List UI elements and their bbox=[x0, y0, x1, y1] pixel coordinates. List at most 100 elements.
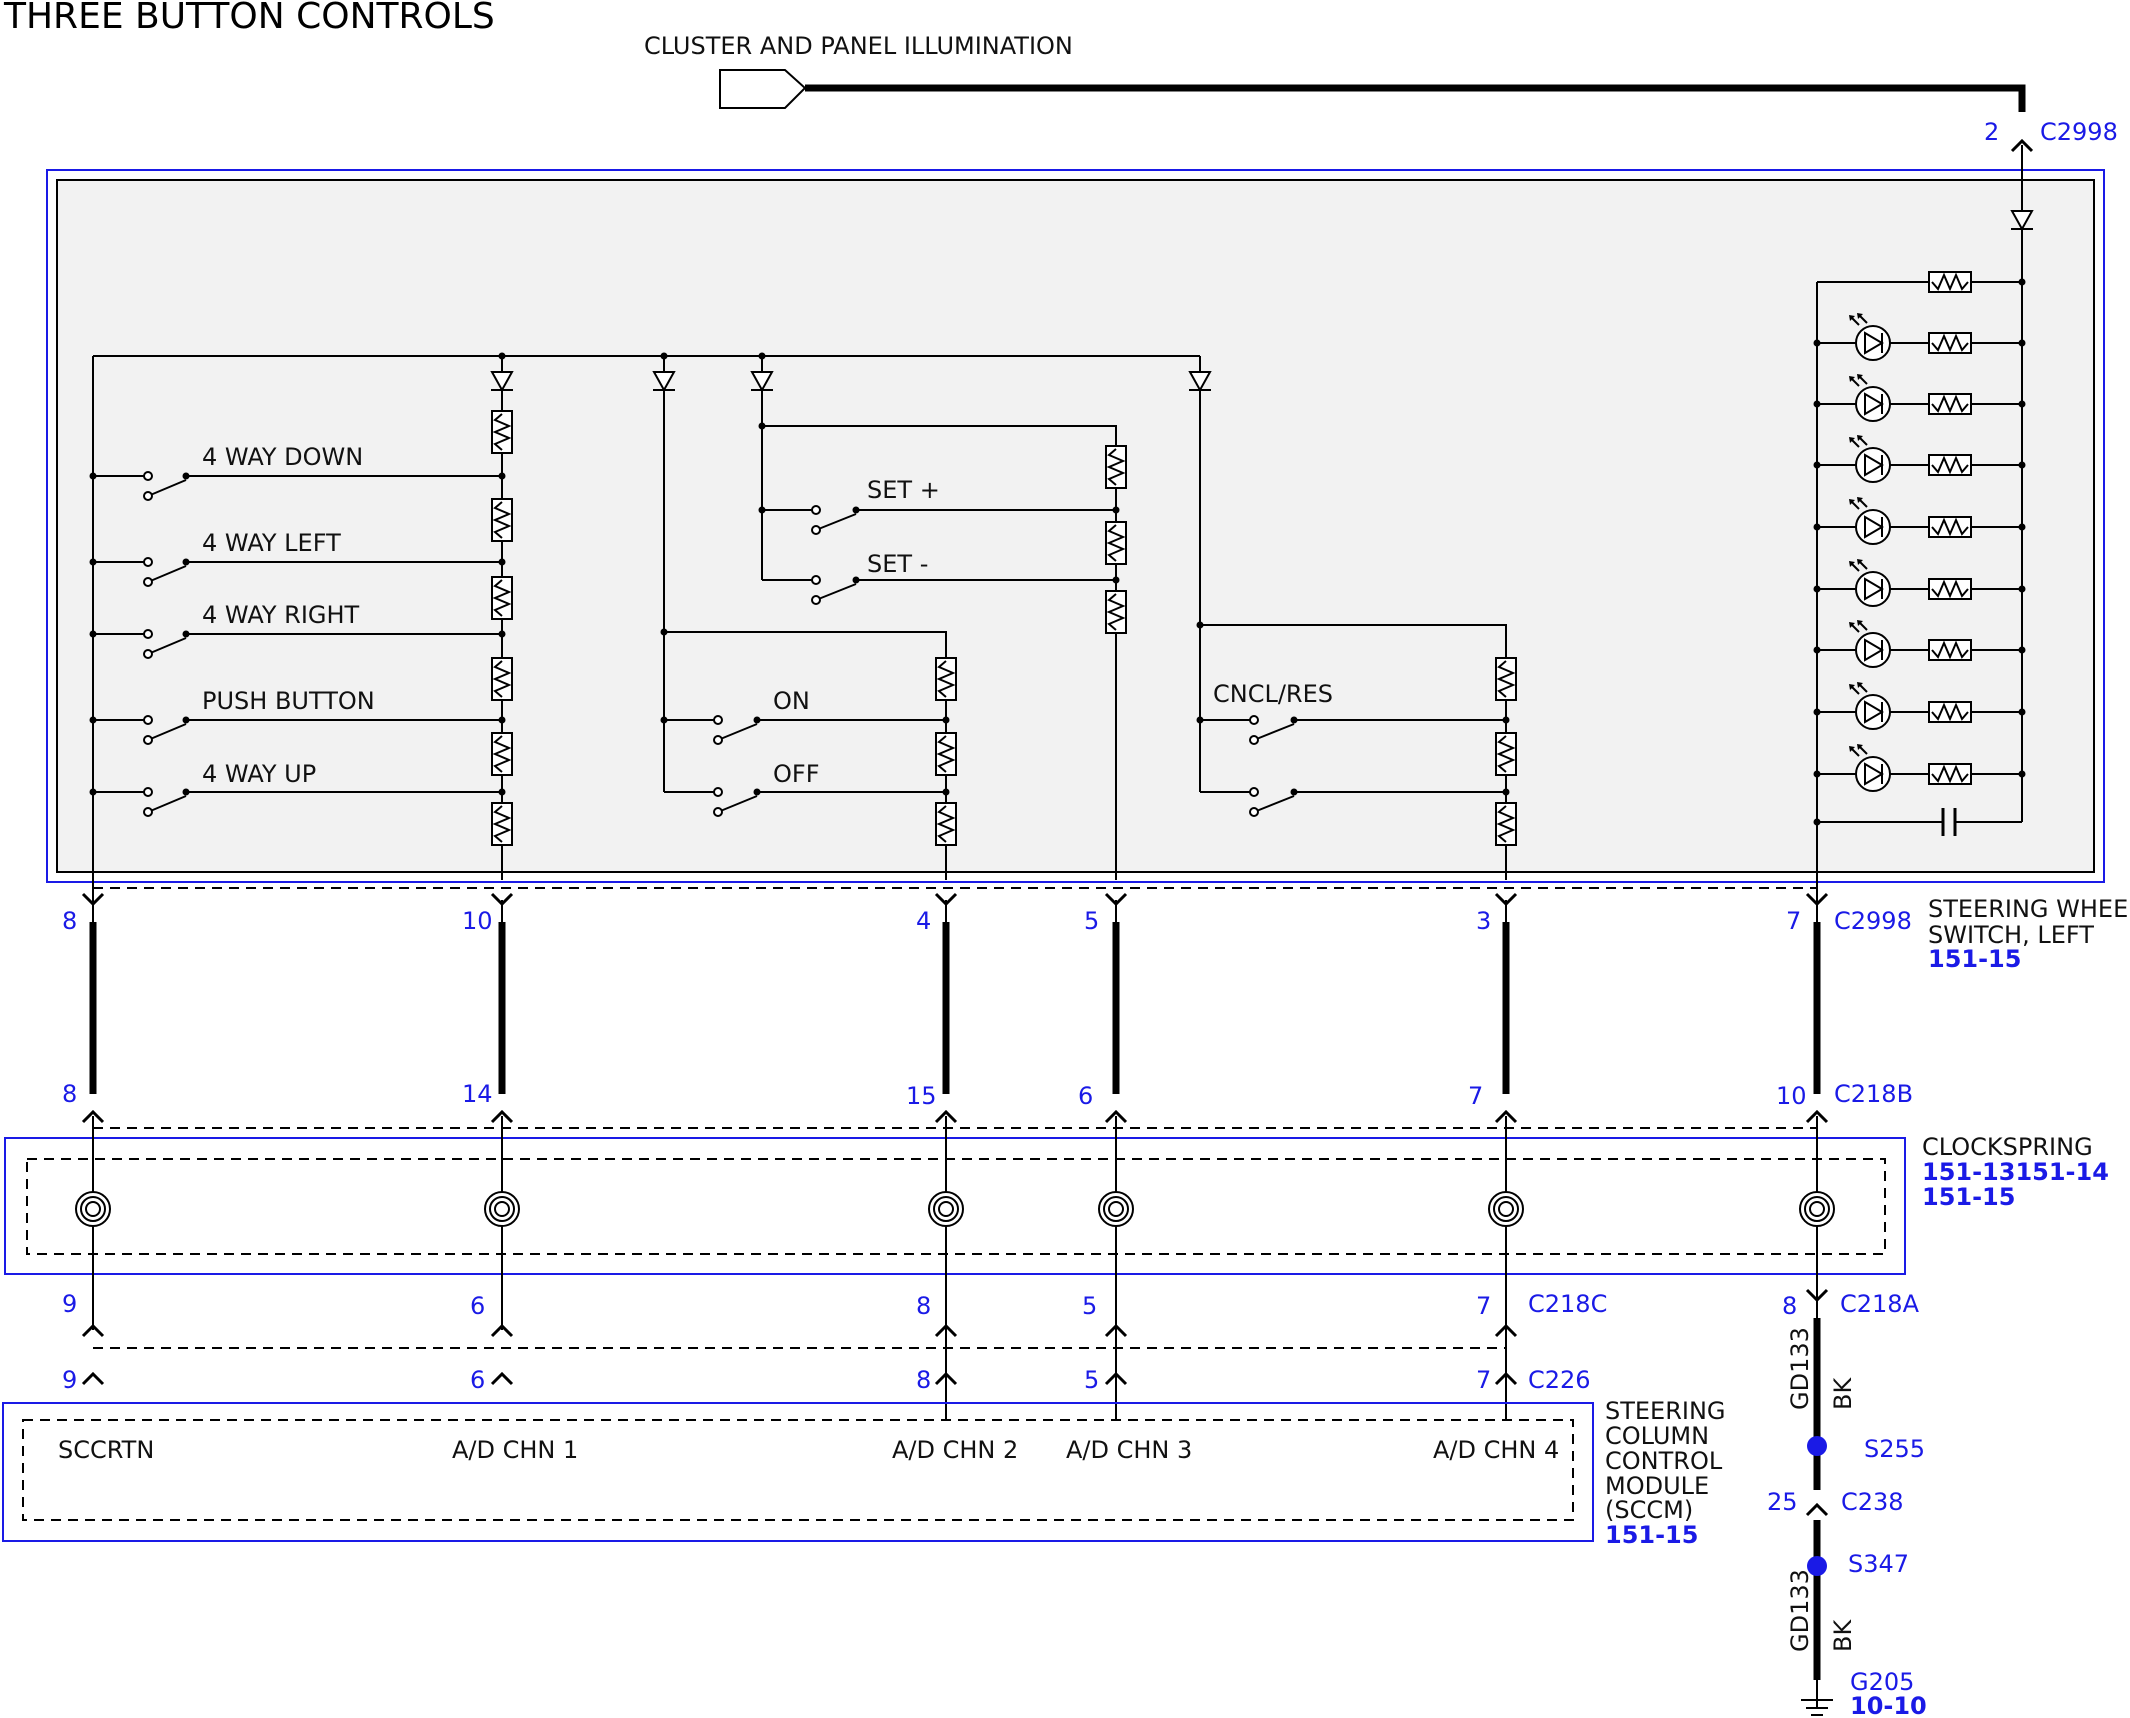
resistor-icon bbox=[935, 732, 957, 776]
svg-text:(SCCM): (SCCM) bbox=[1605, 1496, 1693, 1524]
svg-text:STEERING: STEERING bbox=[1605, 1397, 1726, 1425]
svg-text:COLUMN: COLUMN bbox=[1605, 1422, 1709, 1450]
resistor-icon bbox=[935, 802, 957, 846]
svg-text:CNCL/RES: CNCL/RES bbox=[1213, 680, 1333, 708]
feed-pin: 2 bbox=[1984, 118, 1999, 146]
resistor-icon bbox=[1495, 657, 1517, 701]
splice-s255-icon bbox=[1807, 1436, 1827, 1456]
c2998-terminals bbox=[81, 892, 1829, 906]
svg-text:6: 6 bbox=[1078, 1082, 1093, 1110]
svg-text:3: 3 bbox=[1476, 907, 1491, 935]
svg-text:9: 9 bbox=[62, 1366, 77, 1394]
svg-text:4 WAY RIGHT: 4 WAY RIGHT bbox=[202, 601, 360, 629]
sccm-label: STEERING COLUMN CONTROL MODULE (SCCM) 15… bbox=[1605, 1397, 1726, 1549]
ground-ref-label: 10-10 bbox=[1850, 1692, 1927, 1718]
svg-text:A/D CHN 1: A/D CHN 1 bbox=[452, 1436, 578, 1464]
svg-text:151-15: 151-15 bbox=[1928, 945, 2021, 973]
svg-text:5: 5 bbox=[1084, 1366, 1099, 1394]
svg-text:7: 7 bbox=[1476, 1292, 1491, 1320]
resistor-icon bbox=[491, 802, 513, 846]
c226-pin-labels: 9 6 8 5 7 C226 bbox=[62, 1366, 1591, 1394]
c238-terminal-icon bbox=[1805, 1503, 1829, 1517]
ground-color-label-2: BK bbox=[1829, 1619, 1857, 1652]
svg-text:7: 7 bbox=[1476, 1366, 1491, 1394]
c218b-pin-labels: 8 14 15 6 7 10 C218B bbox=[62, 1080, 1913, 1110]
svg-text:8: 8 bbox=[916, 1366, 931, 1394]
svg-text:STEERING WHEEL: STEERING WHEEL bbox=[1928, 895, 2130, 923]
svg-text:8: 8 bbox=[1782, 1292, 1797, 1320]
svg-text:5: 5 bbox=[1084, 907, 1099, 935]
c218c-terminals bbox=[81, 1324, 1518, 1338]
c238-label: C238 bbox=[1841, 1488, 1904, 1516]
resistor-icon bbox=[491, 498, 513, 542]
svg-text:SET +: SET + bbox=[867, 476, 940, 504]
splice-s347-label: S347 bbox=[1848, 1550, 1909, 1578]
svg-text:151-15: 151-15 bbox=[1922, 1183, 2015, 1211]
ground-wire-label-2: GD133 bbox=[1786, 1569, 1814, 1652]
illumination-label: CLUSTER AND PANEL ILLUMINATION bbox=[644, 32, 1073, 60]
clockspring-label: CLOCKSPRING 151-13151-14 151-15 bbox=[1922, 1133, 2109, 1211]
svg-text:C218C: C218C bbox=[1528, 1290, 1607, 1318]
svg-text:CLOCKSPRING: CLOCKSPRING bbox=[1922, 1133, 2093, 1161]
resistor-icon bbox=[491, 657, 513, 701]
svg-text:C2998: C2998 bbox=[1834, 907, 1912, 935]
svg-text:A/D CHN 3: A/D CHN 3 bbox=[1066, 1436, 1192, 1464]
illumination-wire bbox=[805, 84, 2026, 112]
feed-connector: C2998 bbox=[2040, 118, 2118, 146]
sccm-pin-names: SCCRTN A/D CHN 1 A/D CHN 2 A/D CHN 3 A/D… bbox=[58, 1436, 1559, 1464]
resistor-icon bbox=[491, 732, 513, 776]
ground-wire-label-1: GD133 bbox=[1786, 1327, 1814, 1410]
svg-text:CONTROL: CONTROL bbox=[1605, 1447, 1723, 1475]
svg-text:14: 14 bbox=[462, 1080, 493, 1108]
switch-module-body bbox=[56, 179, 2095, 873]
resistor-icon bbox=[1495, 802, 1517, 846]
svg-text:8: 8 bbox=[62, 1080, 77, 1108]
harness-wires bbox=[89, 900, 1821, 1094]
clockspring-coil-icons bbox=[75, 1191, 1835, 1227]
svg-text:4 WAY DOWN: 4 WAY DOWN bbox=[202, 443, 363, 471]
c226-terminals bbox=[81, 1372, 1518, 1386]
c2998-pin-labels: 8 10 4 5 3 7 C2998 bbox=[62, 907, 1912, 935]
svg-text:PUSH BUTTON: PUSH BUTTON bbox=[202, 687, 375, 715]
svg-text:151-15: 151-15 bbox=[1605, 1521, 1698, 1549]
illumination-connector-shape bbox=[719, 69, 807, 109]
svg-text:7: 7 bbox=[1786, 907, 1801, 935]
svg-text:151-13151-14: 151-13151-14 bbox=[1922, 1158, 2109, 1186]
svg-text:OFF: OFF bbox=[773, 760, 820, 788]
svg-text:6: 6 bbox=[470, 1366, 485, 1394]
resistor-icon bbox=[1105, 590, 1127, 634]
svg-text:8: 8 bbox=[62, 907, 77, 935]
svg-text:4 WAY UP: 4 WAY UP bbox=[202, 760, 316, 788]
svg-text:C226: C226 bbox=[1528, 1366, 1591, 1394]
c218c-pin-labels: 9 6 8 5 7 C218C 8 C218A bbox=[62, 1290, 1920, 1320]
resistor-icon bbox=[1105, 445, 1127, 489]
svg-text:C218B: C218B bbox=[1834, 1080, 1913, 1108]
c218b-terminals bbox=[81, 1110, 1829, 1124]
splice-s255-label: S255 bbox=[1864, 1435, 1925, 1463]
svg-text:A/D CHN 4: A/D CHN 4 bbox=[1433, 1436, 1559, 1464]
wiring-diagram: THREE BUTTON CONTROLS CLUSTER AND PANEL … bbox=[2, 0, 2130, 1718]
svg-text:10: 10 bbox=[462, 907, 493, 935]
c238-pin-label: 25 bbox=[1767, 1488, 1798, 1516]
svg-text:A/D CHN 2: A/D CHN 2 bbox=[892, 1436, 1018, 1464]
svg-text:SCCRTN: SCCRTN bbox=[58, 1436, 154, 1464]
resistor-icon bbox=[491, 410, 513, 454]
diagram-title: THREE BUTTON CONTROLS bbox=[3, 0, 495, 37]
svg-text:10: 10 bbox=[1776, 1082, 1807, 1110]
svg-text:6: 6 bbox=[470, 1292, 485, 1320]
svg-text:8: 8 bbox=[916, 1292, 931, 1320]
resistor-icon bbox=[935, 657, 957, 701]
svg-text:ON: ON bbox=[773, 687, 810, 715]
resistor-icon bbox=[1105, 521, 1127, 565]
svg-text:4: 4 bbox=[916, 907, 931, 935]
sccm-body bbox=[22, 1419, 1574, 1521]
svg-text:15: 15 bbox=[906, 1082, 937, 1110]
resistor-icon bbox=[491, 576, 513, 620]
resistor-icon bbox=[1495, 732, 1517, 776]
svg-text:4 WAY LEFT: 4 WAY LEFT bbox=[202, 529, 341, 557]
svg-text:SET -: SET - bbox=[867, 550, 928, 578]
switch-module-label: STEERING WHEEL SWITCH, LEFT 151-15 bbox=[1928, 895, 2130, 973]
svg-text:9: 9 bbox=[62, 1290, 77, 1318]
svg-text:7: 7 bbox=[1468, 1082, 1483, 1110]
svg-text:5: 5 bbox=[1082, 1292, 1097, 1320]
